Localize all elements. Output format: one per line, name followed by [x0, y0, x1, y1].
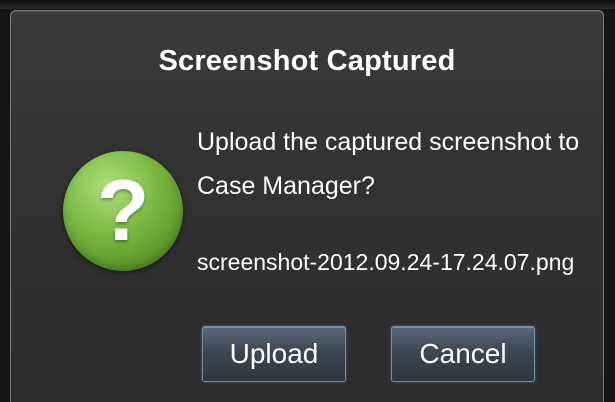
dialog-title: Screenshot Captured [158, 45, 456, 77]
question-mark-icon: ? [63, 151, 183, 271]
screenshot-dialog: Screenshot Captured ? Upload the capture… [10, 10, 604, 402]
cancel-button[interactable]: Cancel [391, 326, 535, 382]
question-mark-glyph: ? [96, 163, 150, 259]
top-bar [0, 0, 615, 9]
upload-button[interactable]: Upload [202, 326, 346, 382]
dialog-message: Upload the captured screenshot to Case M… [197, 128, 580, 200]
screenshot-filename: screenshot-2012.09.24-17.24.07.png [197, 249, 575, 275]
screen: Screenshot Captured ? Upload the capture… [0, 0, 615, 402]
